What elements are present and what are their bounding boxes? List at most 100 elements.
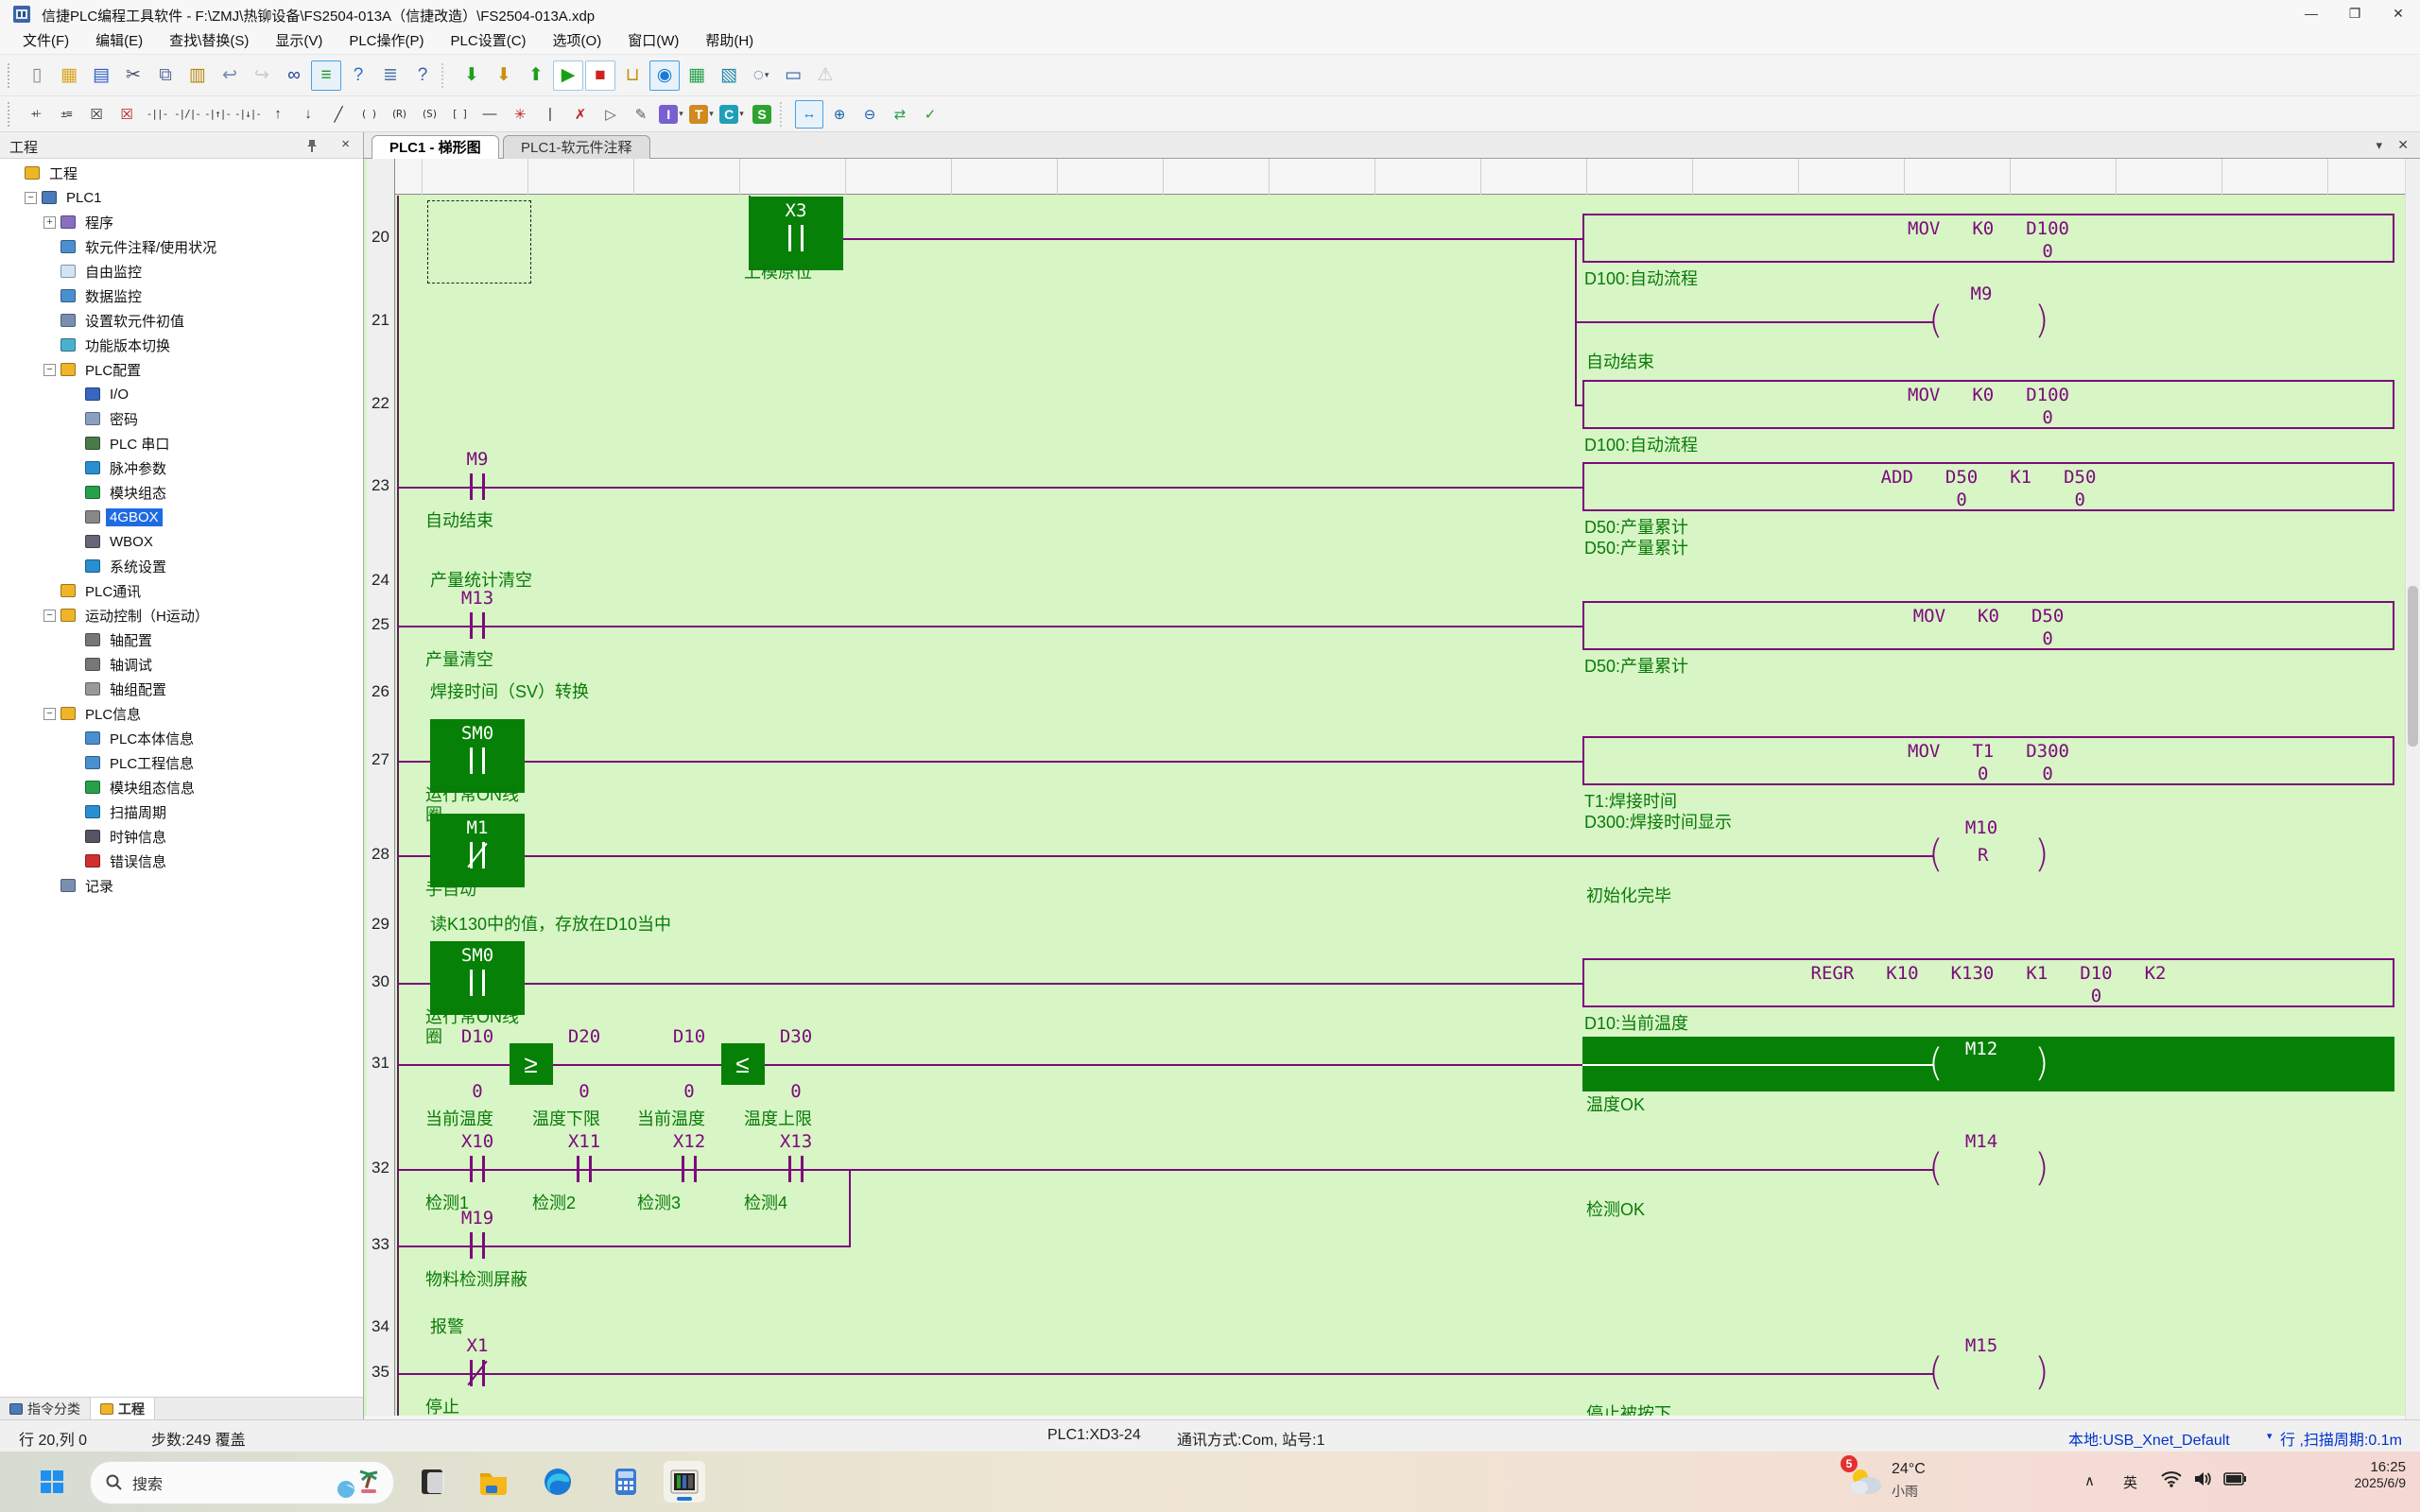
tab-close-icon[interactable]: ✕ <box>2397 137 2409 153</box>
tab-list-dropdown-icon[interactable]: ▾ <box>2376 138 2382 153</box>
tree-item-[interactable]: +程序 <box>0 210 363 234</box>
contact-closed-icon[interactable]: -|/|- <box>173 100 201 129</box>
plc-stop-icon[interactable]: ■ <box>585 60 615 91</box>
collapse-icon[interactable]: − <box>43 708 56 720</box>
insert-row-icon[interactable]: ±≡ <box>52 100 80 129</box>
menu-item-7[interactable]: 窗口(W) <box>614 30 692 53</box>
com-config-icon[interactable]: ▭ <box>778 60 808 91</box>
menu-item-4[interactable]: PLC操作(P) <box>336 30 437 53</box>
project-panel-close-icon[interactable]: × <box>341 136 350 152</box>
copy-icon[interactable]: ⧉ <box>150 60 181 91</box>
menu-item-2[interactable]: 查找\替换(S) <box>156 30 262 53</box>
upload-program-icon[interactable]: ⬆ <box>521 60 551 91</box>
line-down-icon[interactable]: ↓ <box>294 100 322 129</box>
file-explorer-taskbar-icon[interactable] <box>473 1461 514 1503</box>
tab-device-comment[interactable]: PLC1-软元件注释 <box>503 135 650 160</box>
contact-rising-icon[interactable]: -|↑|- <box>203 100 232 129</box>
tree-item-[interactable]: 设置软元件初值 <box>0 308 363 333</box>
ladder-view-icon[interactable]: ≡ <box>311 60 341 91</box>
data-monitor-icon[interactable]: ▦ <box>682 60 712 91</box>
instruction-i-icon[interactable]: I▾ <box>657 100 685 129</box>
tree-item-[interactable]: 模块组态信息 <box>0 775 363 799</box>
tree-item-[interactable]: 错误信息 <box>0 849 363 873</box>
menu-item-3[interactable]: 显示(V) <box>262 30 336 53</box>
tree-item-[interactable]: 轴配置 <box>0 627 363 652</box>
collapse-icon[interactable]: − <box>43 610 56 622</box>
tree-item-plc[interactable]: PLC工程信息 <box>0 750 363 775</box>
volume-icon[interactable] <box>2193 1470 2212 1487</box>
menu-item-8[interactable]: 帮助(H) <box>692 30 767 53</box>
tree-item-plc[interactable]: PLC通讯 <box>0 578 363 603</box>
pin-icon[interactable] <box>304 138 320 153</box>
zoom-monitor-icon[interactable]: ◌▾ <box>746 60 776 91</box>
pen-tool-icon[interactable]: ✎ <box>627 100 655 129</box>
tree-item-[interactable]: 密码 <box>0 406 363 431</box>
ime-indicator[interactable]: 英 <box>2123 1472 2137 1492</box>
coil-out-icon[interactable]: ( ) <box>354 100 383 129</box>
wifi-icon[interactable] <box>2161 1470 2182 1487</box>
download-secret-icon[interactable]: ⬇ <box>489 60 519 91</box>
collapse-icon[interactable]: − <box>25 192 37 204</box>
coil-set-icon[interactable]: (S) <box>415 100 443 129</box>
tray-icons[interactable] <box>2161 1470 2246 1487</box>
tree-item-[interactable]: 扫描周期 <box>0 799 363 824</box>
dark-app-taskbar-icon[interactable] <box>413 1461 455 1503</box>
delete-vertical-icon[interactable]: ✗ <box>566 100 595 129</box>
tree-item-[interactable]: 时钟信息 <box>0 824 363 849</box>
battery-icon[interactable] <box>2223 1472 2246 1486</box>
menu-item-0[interactable]: 文件(F) <box>9 30 82 53</box>
minimize-button[interactable]: — <box>2290 0 2333 27</box>
contact-falling-icon[interactable]: -|↓|- <box>233 100 262 129</box>
save-project-icon[interactable]: ▤ <box>86 60 116 91</box>
tree-item-[interactable]: 轴调试 <box>0 652 363 677</box>
delete-star-icon[interactable]: ✳ <box>506 100 534 129</box>
instruction-c-dropdown-icon[interactable]: ▾ <box>739 109 744 119</box>
tree-item-plc[interactable]: −PLC配置 <box>0 357 363 382</box>
tree-item-[interactable]: 轴组配置 <box>0 677 363 701</box>
tree-item-io[interactable]: I/O <box>0 382 363 406</box>
panel-tab-instructions[interactable]: 指令分类 <box>0 1398 91 1419</box>
tree-item-plc[interactable]: PLC 串口 <box>0 431 363 455</box>
tree-item-wbox[interactable]: WBOX <box>0 529 363 554</box>
tree-item-[interactable]: 系统设置 <box>0 554 363 578</box>
zoom-monitor-dropdown-icon[interactable]: ▾ <box>765 70 769 80</box>
fit-width-icon[interactable]: ↔ <box>795 100 823 129</box>
unlock-icon[interactable]: ⊔ <box>617 60 648 91</box>
menu-item-6[interactable]: 选项(O) <box>540 30 615 53</box>
change-monitor-icon[interactable]: ▧ <box>714 60 744 91</box>
statement-note-icon[interactable]: ≣ <box>375 60 406 91</box>
zoom-in-icon[interactable]: ⊕ <box>825 100 854 129</box>
instruction-t-dropdown-icon[interactable]: ▾ <box>709 109 714 119</box>
collapse-icon[interactable]: − <box>43 364 56 376</box>
calculator-taskbar-icon[interactable] <box>605 1461 647 1503</box>
close-button[interactable]: ✕ <box>2377 0 2420 27</box>
cut-icon[interactable]: ✂ <box>118 60 148 91</box>
edge-taskbar-icon[interactable] <box>537 1461 579 1503</box>
tree-item-[interactable]: 脉冲参数 <box>0 455 363 480</box>
select-tool-icon[interactable]: ▷ <box>596 100 625 129</box>
weather-widget[interactable]: 524°C小雨 <box>1848 1459 1990 1504</box>
insert-node-icon[interactable]: +⊦ <box>22 100 50 129</box>
tree-item-[interactable]: 记录 <box>0 873 363 898</box>
scrollbar-thumb[interactable] <box>2408 586 2418 747</box>
line-up-icon[interactable]: ↑ <box>264 100 292 129</box>
instruction-t-icon[interactable]: T▾ <box>687 100 716 129</box>
instruction-i-dropdown-icon[interactable]: ▾ <box>679 109 683 119</box>
maximize-button[interactable]: ❐ <box>2333 0 2377 27</box>
tree-item-plc[interactable]: −PLC信息 <box>0 701 363 726</box>
coil-reset-icon[interactable]: (R) <box>385 100 413 129</box>
function-block-icon[interactable]: [ ] <box>445 100 474 129</box>
tree-item-[interactable]: 功能版本切换 <box>0 333 363 357</box>
plc-tool-taskbar-icon[interactable] <box>664 1461 705 1503</box>
tree-item-plc1[interactable]: −PLC1 <box>0 185 363 210</box>
tree-item-[interactable]: 工程 <box>0 161 363 185</box>
instruction-c-icon[interactable]: C▾ <box>717 100 746 129</box>
contact-open-icon[interactable]: -||- <box>143 100 171 129</box>
monitor-mode-icon[interactable]: ◉ <box>649 60 680 91</box>
start-button[interactable] <box>31 1461 73 1503</box>
paste-icon[interactable]: ▥ <box>182 60 213 91</box>
tree-item-4gbox[interactable]: 4GBOX <box>0 505 363 529</box>
tab-ladder[interactable]: PLC1 - 梯形图 <box>372 135 499 160</box>
tree-item-h[interactable]: −运动控制（H运动） <box>0 603 363 627</box>
tree-item-[interactable]: 自由监控 <box>0 259 363 284</box>
